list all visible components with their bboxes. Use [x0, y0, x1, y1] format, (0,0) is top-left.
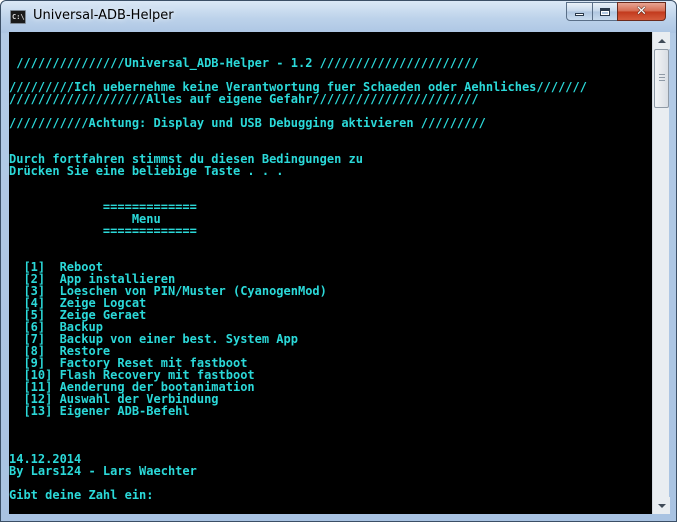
disclaimer-line: ///////////////////Alles auf eigene Gefa… — [9, 92, 479, 106]
banner-line: ///////////////Universal_ADB-Helper - 1.… — [9, 56, 479, 70]
close-button[interactable]: ✕ — [617, 2, 666, 21]
input-prompt[interactable]: Gibt deine Zahl ein: — [9, 489, 154, 501]
menu-item: [13] Eigener ADB-Befehl — [9, 404, 190, 418]
scroll-up-arrow-icon — [657, 38, 666, 43]
press-key-line: Drücken Sie eine beliebige Taste . . . — [9, 164, 284, 178]
cmd-icon[interactable]: C:\ — [10, 10, 26, 24]
scroll-down-button[interactable] — [653, 497, 670, 514]
author-line: By Lars124 - Lars Waechter — [9, 464, 197, 478]
grip-icon — [659, 74, 665, 81]
console-window: C:\ Universal-ADB-Helper ✕ /////////////… — [0, 0, 677, 522]
minimize-icon — [575, 13, 584, 16]
scroll-down-arrow-icon — [657, 503, 666, 508]
title-bar[interactable]: C:\ Universal-ADB-Helper ✕ — [1, 1, 676, 33]
scroll-thumb[interactable] — [654, 49, 669, 108]
minimize-button[interactable] — [566, 2, 593, 21]
maximize-button[interactable] — [592, 2, 618, 21]
scroll-up-button[interactable] — [653, 32, 670, 49]
window-title: Universal-ADB-Helper — [33, 8, 174, 23]
close-icon: ✕ — [636, 4, 647, 19]
console-output[interactable]: ///////////////Universal_ADB-Helper - 1.… — [9, 32, 652, 514]
menu-rule: ============= — [9, 224, 197, 238]
warning-line: ///////////Achtung: Display und USB Debu… — [9, 116, 486, 130]
vertical-scrollbar[interactable] — [652, 32, 670, 514]
maximize-icon — [600, 7, 610, 16]
